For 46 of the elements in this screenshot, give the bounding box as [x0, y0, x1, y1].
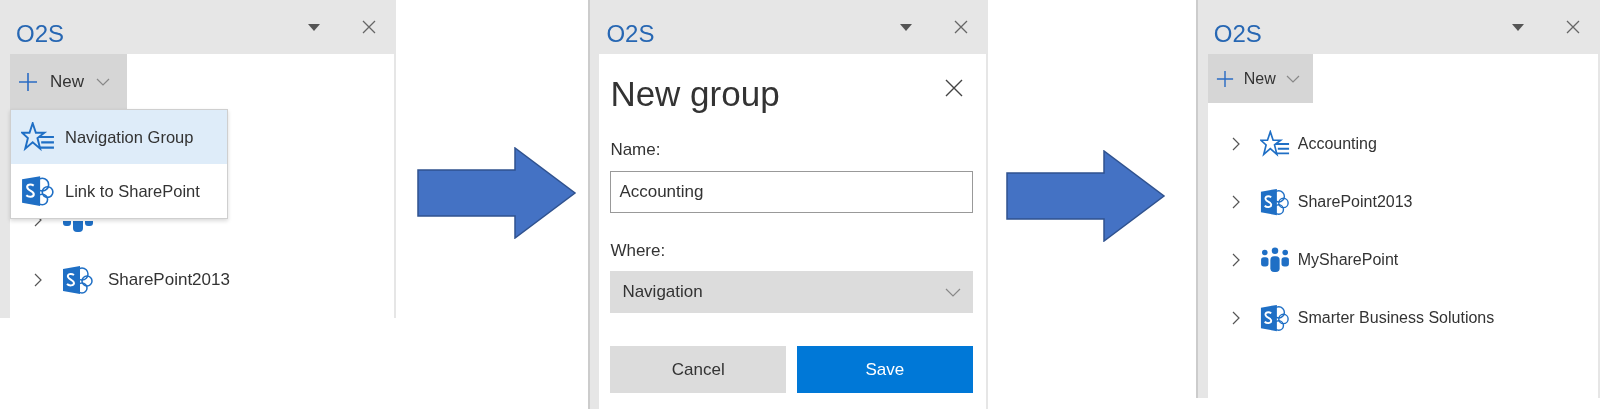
field-label: Name:	[610, 140, 662, 160]
name-field[interactable]: Accounting	[610, 171, 973, 213]
dropdown-icon[interactable]	[1512, 23, 1524, 31]
chevron-down-icon	[1285, 74, 1300, 83]
pane-title: O2S	[606, 19, 655, 48]
new-button[interactable]: New	[1207, 54, 1313, 103]
sharepoint-icon	[21, 175, 55, 207]
chevron-down-icon	[944, 287, 961, 297]
where-dropdown[interactable]: Navigation	[610, 271, 973, 313]
pane-title: O2S	[1213, 19, 1262, 48]
new-button[interactable]: New	[10, 54, 127, 109]
plus-icon	[18, 71, 38, 92]
chevron-right-icon[interactable]	[1231, 311, 1240, 325]
cancel-button[interactable]: Cancel	[610, 346, 787, 393]
close-icon[interactable]	[362, 20, 377, 34]
tree-item[interactable]: SharePoint2013	[108, 270, 230, 290]
dropdown-icon[interactable]	[899, 23, 912, 31]
tree-item[interactable]: SharePoint2013	[1297, 193, 1413, 211]
tree-item[interactable]: MySharePoint	[1297, 251, 1399, 269]
people-icon	[1259, 247, 1290, 273]
close-icon[interactable]	[1566, 20, 1580, 34]
chevron-right-icon[interactable]	[1231, 253, 1240, 267]
field-label: Where:	[610, 241, 667, 261]
star-list-icon	[21, 122, 55, 152]
chevron-right-icon[interactable]	[1231, 137, 1240, 151]
sharepoint-icon	[1259, 303, 1290, 333]
tree-item[interactable]: Accounting	[1297, 135, 1377, 153]
save-button[interactable]: Save	[797, 346, 973, 393]
people-icon	[62, 221, 94, 233]
plus-icon	[1215, 69, 1234, 88]
sharepoint-icon	[1259, 187, 1290, 217]
menu-item[interactable]: Link to SharePoint	[11, 164, 227, 218]
sharepoint-icon	[62, 265, 94, 295]
arrow-icon	[417, 147, 578, 239]
arrow-icon	[1005, 150, 1166, 242]
dropdown-icon[interactable]	[308, 23, 321, 31]
close-icon[interactable]	[944, 79, 963, 97]
close-icon[interactable]	[953, 20, 968, 34]
menu-item[interactable]: Navigation Group	[11, 110, 227, 164]
chevron-right-icon[interactable]	[34, 273, 42, 287]
chevron-down-icon	[96, 77, 110, 86]
star-list-icon	[1259, 130, 1290, 158]
tree-item[interactable]: Smarter Business Solutions	[1297, 309, 1495, 327]
pane-title: O2S	[16, 19, 65, 48]
chevron-right-icon[interactable]	[1231, 195, 1240, 209]
dialog-title: New group	[610, 74, 780, 114]
